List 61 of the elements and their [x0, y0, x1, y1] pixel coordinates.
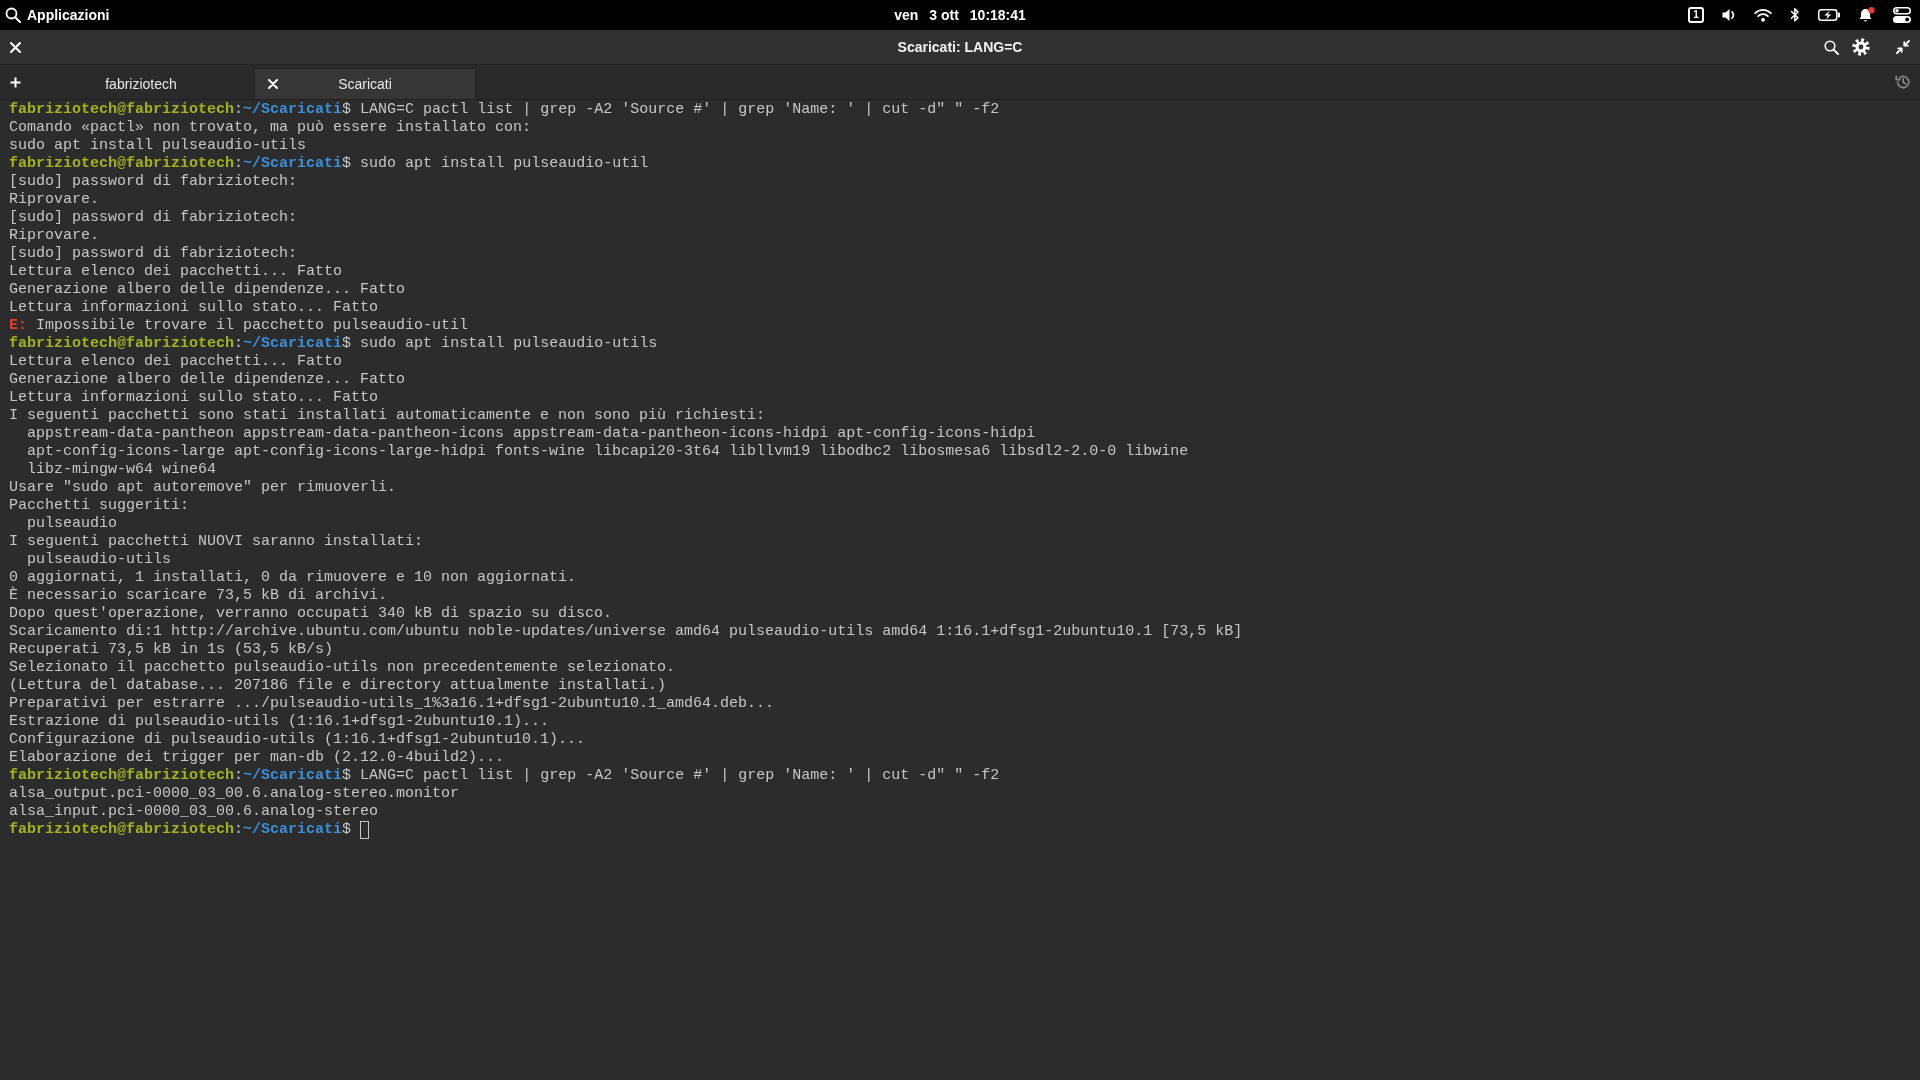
- speaker-icon[interactable]: [1722, 7, 1736, 23]
- output-line: alsa_output.pci-0000_03_00.6.analog-stereo.monitor: [9, 785, 460, 803]
- bell-icon[interactable]: [1858, 7, 1875, 23]
- tab[interactable]: fabriziotech: [30, 68, 252, 99]
- close-icon[interactable]: [268, 79, 278, 89]
- output-line: Riprovare.: [9, 191, 99, 209]
- shrink-arrows-icon[interactable]: [1896, 40, 1910, 54]
- settings-icon[interactable]: [1852, 38, 1870, 56]
- prompt-line: fabriziotech@fabriziotech:~/Scaricati$ sudo apt install pulseaudio-utils: [9, 335, 658, 353]
- output-line: Preparativi per estrarre .../pulseaudio-utils_1%3a16.1+dfsg1-2ubuntu10.1_amd64.deb...: [9, 695, 775, 713]
- output-line: Dopo quest'operazione, verranno occupati 340 kB di spazio su disco.: [9, 605, 613, 623]
- toggle-switches-icon[interactable]: [1893, 7, 1911, 23]
- output-line: Lettura informazioni sullo stato... Fatto: [9, 299, 379, 317]
- output-line: apt-config-icons-large apt-config-icons-large-hidpi fonts-wine libcapi20-3t64 libllvm19 libodbc2 libosmesa6 libsdl2-2.0-0 libwine: [27, 443, 1189, 461]
- output-line: Elaborazione dei trigger per man-db (2.12.0-4build2)...: [9, 749, 505, 767]
- output-line: I seguenti pacchetti sono stati installati automaticamente e non sono più richiesti:: [9, 407, 766, 425]
- prompt-line: fabriziotech@fabriziotech:~/Scaricati$: [9, 821, 352, 839]
- output-line: (Lettura del database... 207186 file e directory attualmente installati.): [9, 677, 667, 695]
- output-line: pulseaudio-utils: [27, 551, 172, 569]
- output-line: libz-mingw-w64 wine64: [27, 461, 217, 479]
- output-line: Usare "sudo apt autoremove" per rimuoverli.: [9, 479, 397, 497]
- output-line: Riprovare.: [9, 227, 99, 245]
- workspace-indicator[interactable]: 1: [1688, 7, 1704, 23]
- search-icon: [5, 7, 21, 23]
- tab[interactable]: Scaricati: [254, 68, 476, 99]
- output-line: [sudo] password di fabriziotech:: [9, 209, 298, 227]
- prompt-line: fabriziotech@fabriziotech:~/Scaricati$ LANG=C pactl list | grep -A2 'Source #' | grep 'Name: ' | cut -d" " -f2: [9, 101, 1000, 119]
- close-icon[interactable]: [10, 41, 21, 53]
- history-icon[interactable]: [1895, 74, 1911, 90]
- output-line: pulseaudio: [27, 515, 117, 533]
- output-line: Lettura elenco dei pacchetti... Fatto: [9, 263, 343, 281]
- output-line: Generazione albero delle dipendenze... Fatto: [9, 371, 406, 389]
- output-line: [sudo] password di fabriziotech:: [9, 245, 298, 263]
- prompt-line: fabriziotech@fabriziotech:~/Scaricati$ LANG=C pactl list | grep -A2 'Source #' | grep 'Name: ' | cut -d" " -f2: [9, 767, 1000, 785]
- output-line: È necessario scaricare 73,5 kB di archivi.: [9, 587, 388, 605]
- output-line: Scaricamento di:1 http://archive.ubuntu.com/ubuntu noble-updates/universe amd64 pulseaudio-utils amd64 1:16.1+dfsg1-2ubuntu10.1 [73,5 kB]: [9, 623, 1243, 641]
- output-line: Estrazione di pulseaudio-utils (1:16.1+dfsg1-2ubuntu10.1)...: [9, 713, 550, 731]
- search-icon[interactable]: [1824, 39, 1839, 55]
- output-line: sudo apt install pulseaudio-utils: [9, 137, 307, 155]
- clock[interactable]: ven 3 ott 10:18:41: [894, 7, 1026, 23]
- output-line: Comando «pactl» non trovato, ma può essere installato con:: [9, 119, 532, 137]
- output-line: Lettura informazioni sullo stato... Fatto: [9, 389, 379, 407]
- output-line: appstream-data-pantheon appstream-data-pantheon-icons appstream-data-pantheon-icons-hidpi apt-config-icons-hidpi: [27, 425, 1036, 443]
- output-line: Pacchetti suggeriti:: [9, 497, 190, 515]
- output-line: Configurazione di pulseaudio-utils (1:16.1+dfsg1-2ubuntu10.1)...: [9, 731, 586, 749]
- prompt-line: fabriziotech@fabriziotech:~/Scaricati$ sudo apt install pulseaudio-util: [9, 155, 649, 173]
- error-line: E: Impossibile trovare il pacchetto pulseaudio-util: [9, 317, 469, 335]
- bluetooth-icon[interactable]: [1790, 7, 1800, 23]
- output-line: 0 aggiornati, 1 installati, 0 da rimuovere e 10 non aggiornati.: [9, 569, 577, 586]
- output-line: Recuperati 73,5 kB in 1s (53,5 kB/s): [9, 641, 334, 659]
- output-line: Selezionato il pacchetto pulseaudio-utils non precedentemente selezionato.: [9, 659, 676, 677]
- output-line: I seguenti pacchetti NUOVI saranno installati:: [9, 533, 424, 551]
- battery-icon[interactable]: [1818, 9, 1840, 21]
- output-line: Generazione albero delle dipendenze... Fatto: [9, 281, 406, 299]
- output-line: alsa_input.pci-0000_03_00.6.analog-stereo: [9, 803, 379, 821]
- applications-menu-button[interactable]: Applicazioni: [5, 7, 110, 23]
- wifi-icon[interactable]: [1754, 8, 1772, 22]
- output-line: [sudo] password di fabriziotech:: [9, 173, 298, 191]
- window-title: Scaricati: LANG=C: [897, 39, 1023, 55]
- output-line: Lettura elenco dei pacchetti... Fatto: [9, 353, 343, 371]
- plus-icon[interactable]: [9, 76, 21, 88]
